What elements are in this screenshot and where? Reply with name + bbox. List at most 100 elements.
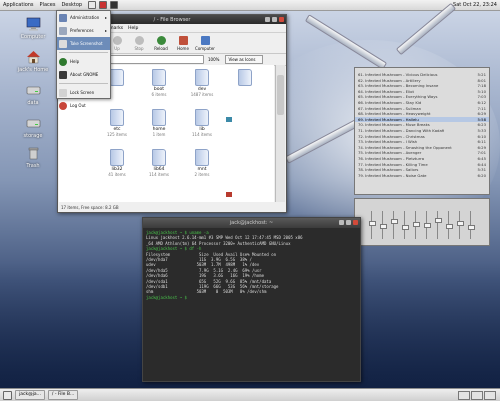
folder-item[interactable]: lib64 114 items (139, 149, 179, 177)
scrollbar-thumb[interactable] (277, 75, 284, 115)
window-title: / - File Browser (153, 16, 191, 23)
menu-item-log-out[interactable]: Log Out (57, 99, 110, 112)
desktop-icon-label: Trash (26, 163, 40, 169)
desktop-icon-trash[interactable]: Trash (13, 146, 53, 169)
taskbar-file-browser[interactable]: / - File B... (47, 390, 79, 400)
home-icon (26, 51, 40, 64)
home-button[interactable]: Home (172, 36, 194, 53)
up-label: Up (114, 46, 120, 51)
equalizer-slider-handle[interactable] (369, 220, 376, 226)
computer-label: Computer (195, 46, 215, 51)
desktop-icon-storage[interactable]: storage (13, 116, 53, 139)
folder-item[interactable]: home 1 item (139, 109, 179, 137)
close-icon[interactable] (353, 220, 358, 225)
equalizer-band[interactable] (393, 211, 394, 239)
screenshot-icon (59, 39, 67, 48)
show-desktop-icon[interactable] (3, 390, 12, 400)
bottom-panel: jack@ja... / - File B... (0, 388, 500, 401)
folder-item[interactable]: mnt 2 items (182, 149, 222, 177)
preferences-icon (59, 26, 67, 35)
equalizer-slider-handle[interactable] (435, 218, 442, 224)
desktop-icon-label: storage (23, 133, 43, 139)
menu-help[interactable]: Help (128, 26, 138, 31)
stop-icon (134, 36, 144, 45)
equalizer-band[interactable] (437, 211, 438, 239)
folder-item[interactable]: lib32 41 items (97, 149, 137, 177)
equalizer-slider-handle[interactable] (424, 223, 431, 228)
mail-launcher-icon[interactable] (99, 1, 108, 9)
equalizer-slider-handle[interactable] (457, 220, 464, 226)
reload-label: Reload (154, 46, 168, 51)
folder-count: 125 items (106, 132, 128, 137)
menu-item-preferences[interactable]: Preferences ▸ (57, 24, 110, 37)
desktop-menu[interactable]: Desktop (58, 2, 85, 8)
submenu-arrow-icon: ▸ (104, 28, 107, 33)
stop-label: Stop (134, 46, 144, 51)
browser-launcher-icon[interactable] (88, 1, 97, 9)
folder-item[interactable]: lib 114 items (182, 109, 222, 137)
reload-button[interactable]: Reload (150, 36, 172, 53)
workspace-3[interactable] (484, 391, 496, 400)
equalizer-slider-handle[interactable] (391, 219, 398, 225)
desktop-icon-label: data (27, 100, 39, 106)
folder-count: 114 items (148, 172, 170, 177)
playlist[interactable]: 61. Infected Mushroom - Vicious Deliciou… (355, 68, 489, 178)
menu-item-help[interactable]: Help (57, 55, 110, 68)
folder-item[interactable]: dev 1487 items (182, 69, 222, 97)
equalizer-slider-handle[interactable] (380, 224, 387, 230)
minimize-icon[interactable] (265, 17, 270, 22)
clock[interactable]: Sat Oct 22, 23:24 (453, 2, 497, 8)
folder-icon (195, 69, 209, 86)
menu-item-label: Log Out (70, 103, 86, 108)
equalizer-slider-handle[interactable] (446, 224, 453, 230)
menu-item-label: Help (70, 59, 80, 64)
folder-item[interactable]: boot 6 items (139, 69, 179, 97)
maximize-icon[interactable] (346, 220, 351, 225)
taskbar-terminal[interactable]: jack@ja... (15, 390, 45, 400)
menu-item-label: Administration (70, 15, 100, 20)
view-as-select[interactable]: View as Icons (225, 55, 264, 64)
menu-item-administration[interactable]: Administration ▸ (57, 11, 110, 24)
stop-button[interactable]: Stop (128, 36, 150, 53)
menu-item-about-gnome[interactable]: About GNOME (57, 68, 110, 81)
menu-item-take-screenshot[interactable]: Take Screenshot (57, 37, 110, 50)
maximize-icon[interactable] (272, 17, 277, 22)
zoom-level[interactable]: 100% (208, 57, 219, 62)
logout-icon (59, 101, 67, 110)
folder-item[interactable]: etc 125 items (97, 109, 137, 137)
media-player-playlist[interactable]: 61. Infected Mushroom - Vicious Deliciou… (354, 67, 490, 195)
workspace-1[interactable] (458, 391, 470, 400)
folder-icon (110, 69, 124, 86)
desktop-icon-computer[interactable]: Computer (13, 17, 53, 40)
folder-icon (238, 69, 252, 86)
desktop-icon-data[interactable]: data (13, 83, 53, 106)
submenu-arrow-icon: ▸ (104, 15, 107, 20)
desktop-icon-label: jack's Home (17, 67, 49, 73)
terminal-launcher-icon[interactable] (110, 1, 119, 9)
applications-menu[interactable]: Applications (0, 2, 37, 8)
folder-icon (195, 149, 209, 166)
desktop-icon-label: Computer (20, 34, 46, 40)
folder-item[interactable] (225, 69, 265, 86)
folder-icon (110, 109, 124, 126)
desktop-icon-home[interactable]: jack's Home (13, 50, 53, 73)
places-menu[interactable]: Places (37, 2, 59, 8)
minimize-icon[interactable] (339, 220, 344, 225)
terminal-titlebar[interactable]: jack@jackhost: ~ (143, 218, 360, 228)
equalizer-slider-handle[interactable] (413, 221, 420, 227)
computer-button[interactable]: Computer (194, 36, 216, 53)
folder-count: 114 items (191, 132, 213, 137)
computer-icon (200, 36, 210, 45)
playlist-row[interactable]: 79. Infected Mushroom - Noise Gate 6:20 (355, 173, 489, 179)
terminal-prompt-line: jack@jackhost ~ $ (146, 294, 190, 300)
folder-icon (110, 149, 124, 166)
equalizer-slider-handle[interactable] (468, 225, 475, 231)
vertical-scrollbar[interactable] (275, 65, 285, 202)
readonly-emblem-icon (226, 192, 232, 197)
terminal-output[interactable]: jack@jackhost ~ $ uname -a Linux jackhost… (143, 228, 360, 302)
home-label: Home (177, 46, 189, 51)
equalizer-slider-handle[interactable] (402, 225, 409, 231)
workspace-2[interactable] (471, 391, 483, 400)
close-icon[interactable] (279, 17, 284, 22)
menu-item-lock-screen[interactable]: Lock Screen (57, 86, 110, 99)
